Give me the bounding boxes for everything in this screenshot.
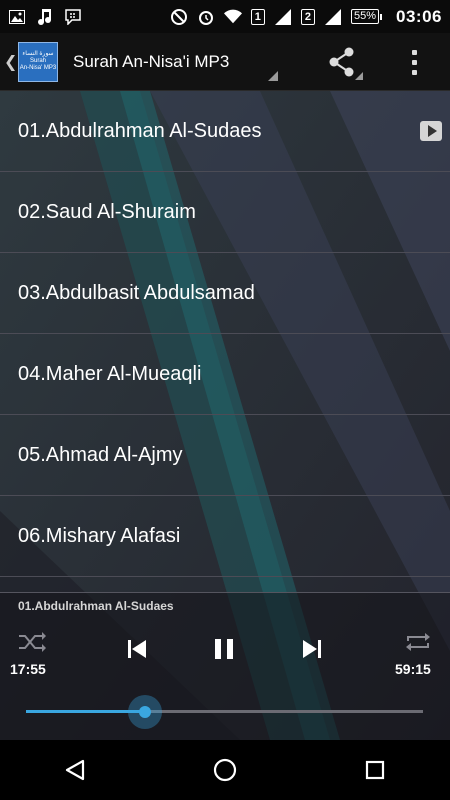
nav-recents-button[interactable] bbox=[350, 745, 400, 795]
recents-icon bbox=[365, 760, 385, 780]
track-label: 05.Ahmad Al-Ajmy bbox=[18, 443, 183, 466]
next-icon bbox=[303, 640, 321, 658]
system-nav-bar bbox=[0, 740, 450, 800]
home-icon bbox=[213, 758, 237, 782]
status-clock: 03:06 bbox=[396, 6, 442, 26]
share-icon bbox=[329, 47, 354, 77]
total-time: 59:15 bbox=[395, 661, 431, 677]
back-triangle-icon bbox=[65, 759, 85, 781]
next-button[interactable] bbox=[302, 638, 322, 665]
signal-icon bbox=[324, 8, 342, 26]
wifi-icon bbox=[223, 8, 242, 26]
pause-button[interactable] bbox=[212, 637, 236, 666]
pause-icon bbox=[215, 639, 233, 659]
shuffle-icon bbox=[19, 632, 46, 652]
now-playing-title: 01.Abdulrahman Al-Sudaes bbox=[18, 599, 174, 613]
logo-line1: Surah bbox=[29, 58, 46, 64]
app-logo[interactable]: سورة النساء Surah An-Nisa' MP3 bbox=[18, 41, 58, 82]
status-bar: 1 2 55% 03:06 bbox=[0, 0, 450, 33]
logo-line2: An-Nisa' MP3 bbox=[19, 65, 57, 71]
list-item[interactable]: 06.Mishary Alafasi bbox=[0, 496, 450, 577]
app-title[interactable]: Surah An-Nisa'i MP3 bbox=[73, 52, 229, 72]
previous-button[interactable] bbox=[127, 638, 147, 665]
nav-back-button[interactable] bbox=[50, 745, 100, 795]
sim2-badge: 2 bbox=[300, 8, 315, 25]
share-button[interactable] bbox=[325, 45, 359, 79]
signal-icon bbox=[274, 8, 292, 26]
image-icon bbox=[8, 8, 26, 26]
more-vert-icon bbox=[411, 49, 417, 55]
action-bar: ❮ سورة النساء Surah An-Nisa' MP3 Surah A… bbox=[0, 33, 450, 91]
repeat-icon bbox=[406, 633, 430, 651]
player-panel: 01.Abdulrahman Al-Sudaes 17:55 59:15 bbox=[0, 592, 450, 740]
seek-bar[interactable] bbox=[26, 695, 423, 729]
bbm-icon bbox=[64, 8, 82, 26]
elapsed-time: 17:55 bbox=[10, 661, 46, 677]
track-label: 02.Saud Al-Shuraim bbox=[18, 200, 196, 223]
alarm-icon bbox=[197, 8, 215, 26]
logo-arabic-text: سورة النساء bbox=[22, 51, 54, 57]
previous-icon bbox=[128, 640, 146, 658]
music-note-icon bbox=[36, 8, 54, 26]
list-item[interactable]: 01.Abdulrahman Al-Sudaes bbox=[0, 91, 450, 172]
track-label: 04.Maher Al-Mueaqli bbox=[18, 362, 202, 385]
repeat-button[interactable] bbox=[404, 631, 432, 658]
nav-home-button[interactable] bbox=[200, 745, 250, 795]
list-item[interactable]: 03.Abdulbasit Abdulsamad bbox=[0, 253, 450, 334]
title-dropdown-caret bbox=[268, 71, 278, 81]
list-item[interactable]: 02.Saud Al-Shuraim bbox=[0, 172, 450, 253]
sim1-badge: 1 bbox=[250, 8, 265, 25]
track-list: 01.Abdulrahman Al-Sudaes 02.Saud Al-Shur… bbox=[0, 91, 450, 577]
play-icon[interactable] bbox=[420, 121, 442, 141]
track-label: 01.Abdulrahman Al-Sudaes bbox=[18, 119, 262, 142]
back-chevron-icon[interactable]: ❮ bbox=[4, 52, 17, 72]
do-not-disturb-icon bbox=[170, 8, 188, 26]
share-dropdown-caret bbox=[355, 72, 363, 80]
track-label: 06.Mishary Alafasi bbox=[18, 524, 181, 547]
seek-thumb[interactable] bbox=[128, 695, 163, 729]
battery-icon: 55% bbox=[350, 9, 383, 24]
list-item[interactable]: 04.Maher Al-Mueaqli bbox=[0, 334, 450, 415]
track-label: 03.Abdulbasit Abdulsamad bbox=[18, 281, 255, 304]
shuffle-button[interactable] bbox=[18, 631, 46, 658]
list-item[interactable]: 05.Ahmad Al-Ajmy bbox=[0, 415, 450, 496]
more-options-button[interactable] bbox=[404, 46, 424, 78]
